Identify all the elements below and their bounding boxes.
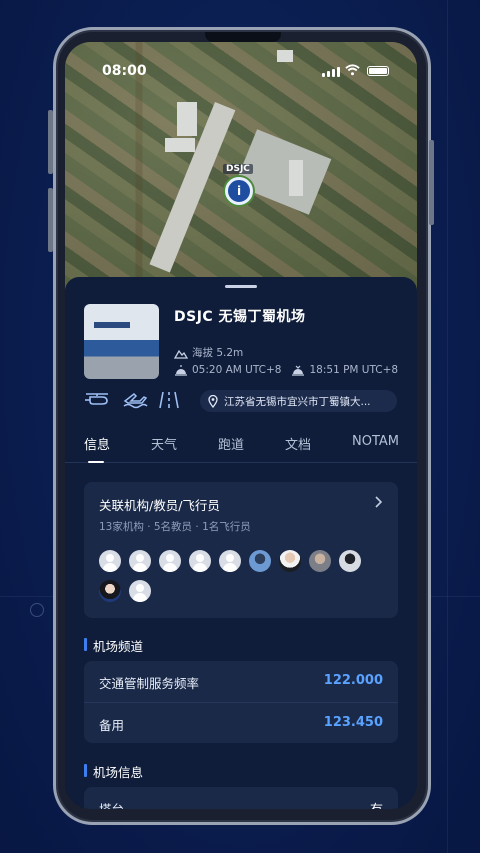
airport-info-card: 塔台 有 <box>84 787 398 809</box>
background-circle-decoration <box>30 603 44 617</box>
app-screen: DSJC i 08:00 DSJC 无锡丁蜀机场 海拔 5.2m 05:20 A… <box>65 42 417 809</box>
tab-runway[interactable]: 跑道 <box>218 434 244 453</box>
cellular-signal-icon <box>322 67 340 77</box>
elevation-text: 海拔 5.2m <box>192 347 244 359</box>
airport-marker-glyph: i <box>236 184 242 198</box>
airport-detail-sheet: DSJC 无锡丁蜀机场 海拔 5.2m 05:20 AM UTC+8 18:51… <box>65 277 417 809</box>
frequencies-card: 交通管制服务频率 122.000 备用 123.450 <box>84 661 398 743</box>
map-hangar <box>289 160 303 196</box>
seaplane-icon <box>123 393 148 409</box>
detail-tabs: 信息 天气 跑道 文档 NOTAM <box>65 429 417 463</box>
frequency-label: 备用 <box>99 718 125 733</box>
address-chip[interactable]: 江苏省无锡市宜兴市丁蜀镇大... <box>200 390 397 412</box>
avatar[interactable] <box>129 550 151 572</box>
avatar-list <box>99 550 389 602</box>
avatar[interactable] <box>279 550 301 572</box>
info-value: 有 <box>370 799 383 809</box>
sunset-icon <box>292 365 305 376</box>
avatar[interactable] <box>219 550 241 572</box>
related-entities-card[interactable]: 关联机构/教员/飞行员 13家机构 · 5名教员 · 1名飞行员 <box>84 482 398 618</box>
info-row: 塔台 有 <box>84 787 398 809</box>
frequency-row[interactable]: 备用 123.450 <box>84 702 398 743</box>
frequency-value: 122.000 <box>323 673 383 688</box>
frequency-row[interactable]: 交通管制服务频率 122.000 <box>84 661 398 702</box>
phone-side-button <box>48 188 53 252</box>
map-building <box>165 138 195 152</box>
airport-marker-label: DSJC <box>223 164 253 174</box>
wifi-icon <box>345 64 360 76</box>
avatar[interactable] <box>339 550 361 572</box>
sunset-text: 18:51 PM UTC+8 <box>309 364 399 376</box>
frequencies-section-title: 机场频道 <box>84 636 143 655</box>
map-building <box>177 102 197 136</box>
helicopter-icon <box>85 393 108 405</box>
sunrise-icon <box>175 365 187 376</box>
avatar[interactable] <box>309 550 331 572</box>
airport-info-section-title: 机场信息 <box>84 762 143 781</box>
address-text: 江苏省无锡市宜兴市丁蜀镇大... <box>224 395 371 408</box>
airport-marker[interactable]: i <box>225 177 253 205</box>
location-pin-icon <box>208 394 218 408</box>
battery-icon <box>367 66 389 76</box>
avatar[interactable] <box>99 580 121 602</box>
sheet-drag-handle[interactable] <box>225 285 257 288</box>
tab-weather[interactable]: 天气 <box>151 434 177 453</box>
runway-icon <box>159 391 179 409</box>
phone-power-button <box>429 140 434 225</box>
airport-photo[interactable] <box>84 304 159 379</box>
chevron-right-icon <box>375 496 383 508</box>
related-summary: 13家机构 · 5名教员 · 1名飞行员 <box>99 521 251 533</box>
frequency-value: 123.450 <box>323 715 383 730</box>
phone-notch <box>205 32 281 42</box>
related-title: 关联机构/教员/飞行员 <box>99 498 220 513</box>
mountain-icon <box>174 349 188 359</box>
avatar[interactable] <box>159 550 181 572</box>
terminal-sign <box>94 322 130 328</box>
status-time: 08:00 <box>102 63 147 79</box>
sunrise-text: 05:20 AM UTC+8 <box>192 364 282 376</box>
tab-documents[interactable]: 文档 <box>285 434 311 453</box>
active-tab-indicator <box>88 461 104 463</box>
avatar[interactable] <box>99 550 121 572</box>
tab-info[interactable]: 信息 <box>84 434 110 453</box>
airport-title: DSJC 无锡丁蜀机场 <box>174 309 306 325</box>
info-label: 塔台 <box>99 799 124 809</box>
background-line <box>447 0 448 853</box>
sun-times: 05:20 AM UTC+8 18:51 PM UTC+8 <box>174 364 398 376</box>
avatar[interactable] <box>129 580 151 602</box>
phone-side-button <box>48 110 53 174</box>
frequency-label: 交通管制服务频率 <box>99 676 200 691</box>
status-bar: 08:00 <box>65 42 417 90</box>
tab-notam[interactable]: NOTAM <box>352 434 399 449</box>
avatar[interactable] <box>249 550 271 572</box>
avatar[interactable] <box>189 550 211 572</box>
elevation-info: 海拔 5.2m <box>174 345 243 360</box>
